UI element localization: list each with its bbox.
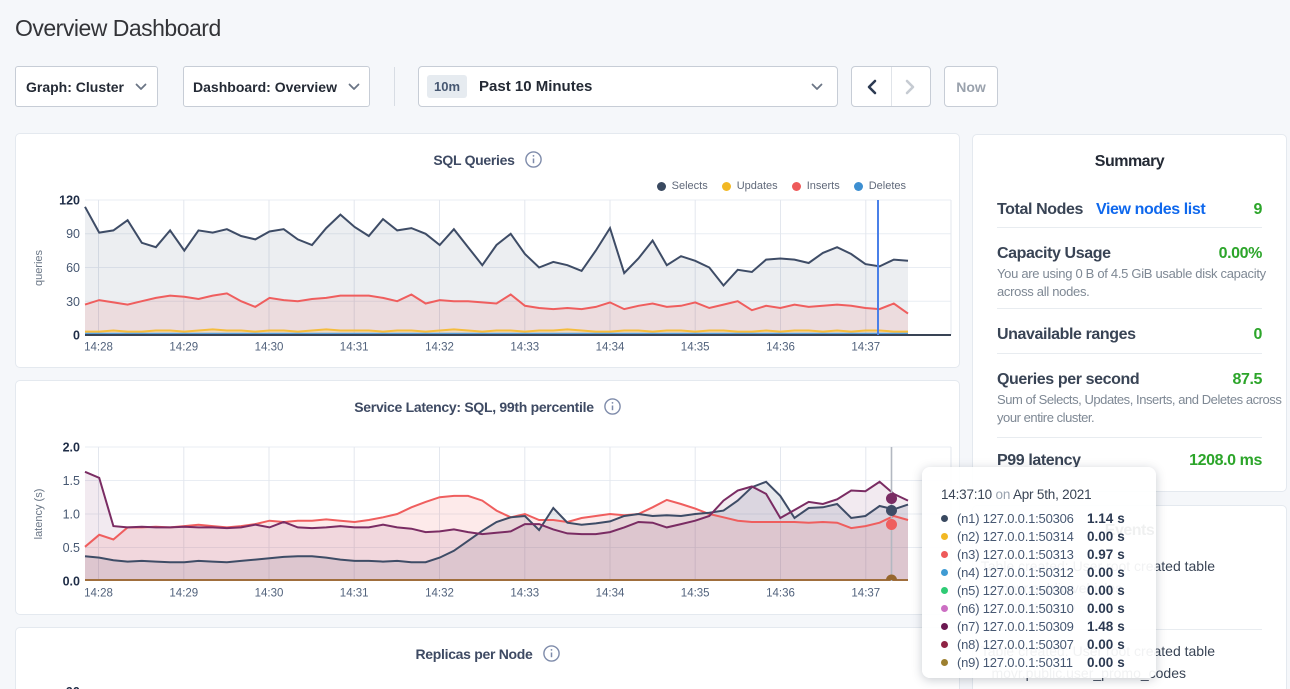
svg-text:14:37: 14:37 bbox=[851, 342, 880, 354]
svg-text:queries: queries bbox=[33, 249, 45, 286]
svg-text:14:29: 14:29 bbox=[169, 342, 198, 354]
svg-text:14:28: 14:28 bbox=[84, 342, 113, 354]
svg-text:14:34: 14:34 bbox=[596, 588, 625, 600]
svg-text:14:32: 14:32 bbox=[425, 342, 454, 354]
svg-text:latency (s): latency (s) bbox=[33, 489, 45, 540]
svg-text:14:31: 14:31 bbox=[340, 342, 369, 354]
svg-text:60: 60 bbox=[66, 261, 80, 275]
svg-text:30: 30 bbox=[66, 295, 80, 309]
svg-text:14:29: 14:29 bbox=[169, 588, 198, 600]
svg-text:14:37: 14:37 bbox=[851, 588, 880, 600]
svg-text:14:34: 14:34 bbox=[596, 342, 625, 354]
svg-text:14:35: 14:35 bbox=[681, 342, 710, 354]
svg-text:14:32: 14:32 bbox=[425, 588, 454, 600]
svg-text:14:35: 14:35 bbox=[681, 588, 710, 600]
svg-text:14:36: 14:36 bbox=[766, 342, 795, 354]
svg-text:14:30: 14:30 bbox=[255, 342, 284, 354]
svg-text:90: 90 bbox=[66, 227, 80, 241]
svg-text:0.5: 0.5 bbox=[63, 541, 80, 555]
svg-text:0: 0 bbox=[73, 329, 80, 343]
svg-text:2.0: 2.0 bbox=[63, 441, 80, 455]
svg-text:14:30: 14:30 bbox=[255, 588, 284, 600]
svg-text:14:31: 14:31 bbox=[340, 588, 369, 600]
svg-text:14:28: 14:28 bbox=[84, 588, 113, 600]
svg-text:120: 120 bbox=[59, 194, 80, 208]
svg-text:1.5: 1.5 bbox=[63, 474, 80, 488]
svg-text:14:33: 14:33 bbox=[510, 342, 539, 354]
svg-text:14:33: 14:33 bbox=[510, 588, 539, 600]
svg-text:14:36: 14:36 bbox=[766, 588, 795, 600]
svg-text:1.0: 1.0 bbox=[63, 508, 80, 522]
svg-text:0.0: 0.0 bbox=[63, 575, 80, 589]
